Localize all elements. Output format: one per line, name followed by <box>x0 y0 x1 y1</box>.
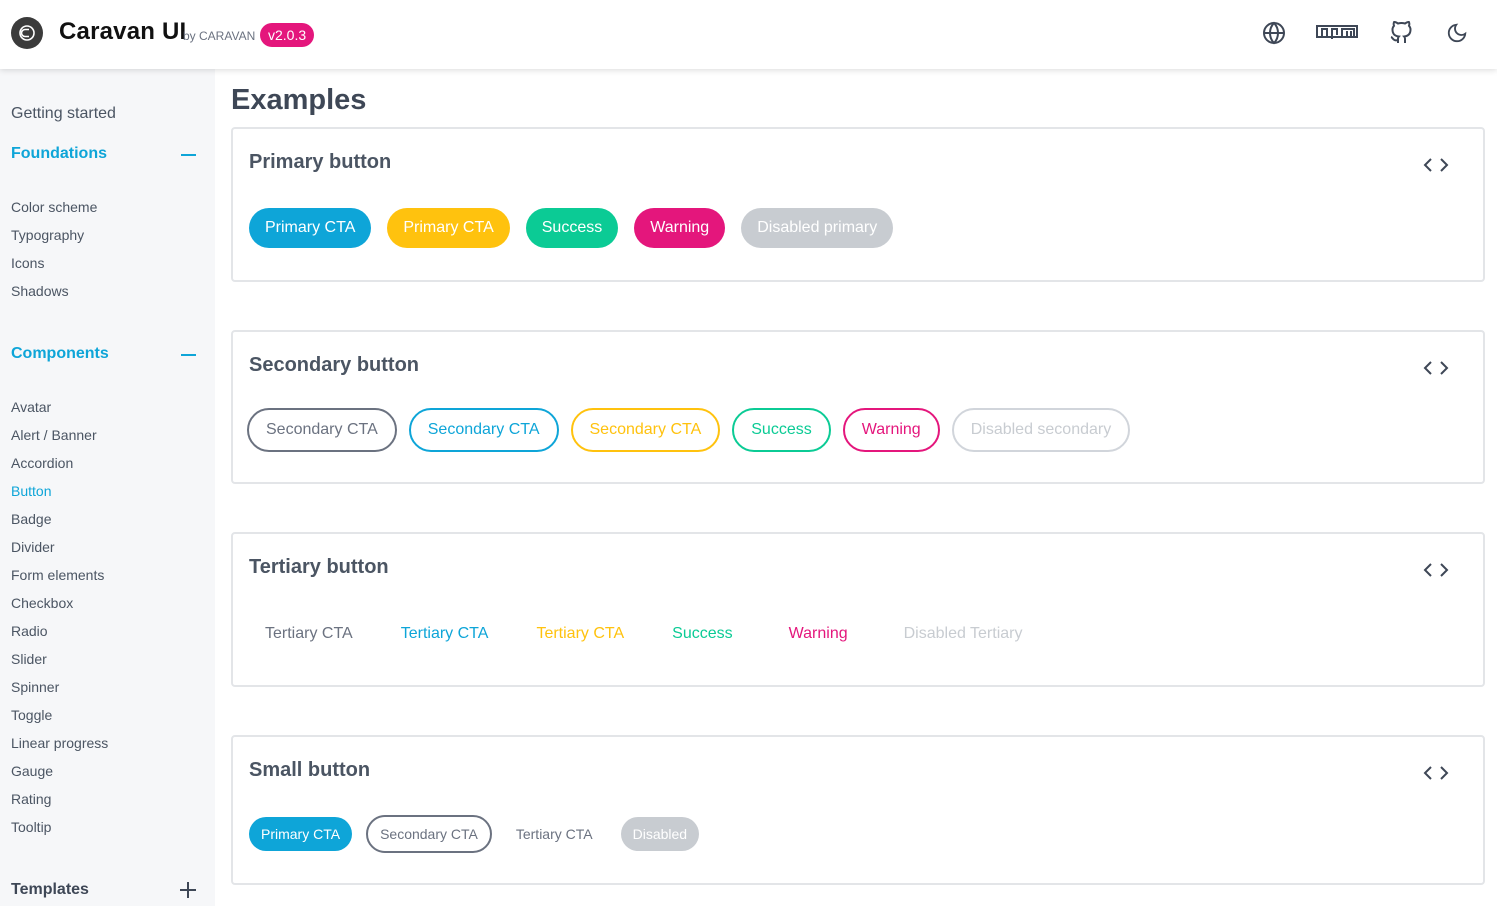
sidebar-item-rating[interactable]: Rating <box>11 791 51 807</box>
sidebar-item-avatar[interactable]: Avatar <box>11 399 51 415</box>
page-title: Examples <box>231 84 367 116</box>
button-row: Secondary CTA Secondary CTA Secondary CT… <box>247 408 1142 452</box>
secondary-cta-yellow-button[interactable]: Secondary CTA <box>570 408 721 452</box>
github-icon[interactable] <box>1389 20 1413 46</box>
disabled-tertiary-button: Disabled Tertiary <box>888 614 1039 654</box>
disabled-secondary-button: Disabled secondary <box>951 408 1131 452</box>
small-primary-cta-button[interactable]: Primary CTA <box>249 817 353 851</box>
card-title: Secondary button <box>249 354 420 376</box>
sidebar-item-color-scheme[interactable]: Color scheme <box>11 199 97 215</box>
sidebar-item-tooltip[interactable]: Tooltip <box>11 819 51 835</box>
brand-byline: by CARAVAN <box>183 29 256 43</box>
secondary-cta-button[interactable]: Secondary CTA <box>408 408 559 452</box>
expand-plus-icon[interactable] <box>180 882 196 898</box>
sidebar-item-icons[interactable]: Icons <box>11 255 44 271</box>
tertiary-warning-button[interactable]: Warning <box>773 614 864 654</box>
secondary-cta-neutral-button[interactable]: Secondary CTA <box>247 408 397 452</box>
globe-icon[interactable] <box>1261 20 1287 46</box>
sidebar-item-toggle[interactable]: Toggle <box>11 707 52 723</box>
sidebar-item-getting-started[interactable]: Getting started <box>11 105 116 123</box>
sidebar-item-slider[interactable]: Slider <box>11 651 47 667</box>
small-disabled-button: Disabled <box>620 817 700 851</box>
tertiary-cta-yellow-button[interactable]: Tertiary CTA <box>520 614 640 654</box>
sidebar-section-templates[interactable]: Templates <box>11 881 196 899</box>
code-toggle-icon[interactable] <box>1423 360 1449 376</box>
button-row: Tertiary CTA Tertiary CTA Tertiary CTA S… <box>249 614 1054 654</box>
sidebar-item-alert-banner[interactable]: Alert / Banner <box>11 427 97 443</box>
sidebar-section-label: Templates <box>11 881 89 898</box>
secondary-warning-button[interactable]: Warning <box>842 408 940 452</box>
code-toggle-icon[interactable] <box>1423 157 1449 173</box>
sidebar-section-components[interactable]: Components <box>11 345 196 363</box>
sidebar-item-form-elements[interactable]: Form elements <box>11 567 104 583</box>
primary-cta-button[interactable]: Primary CTA <box>249 208 372 248</box>
code-toggle-icon[interactable] <box>1423 562 1449 578</box>
sidebar-item-typography[interactable]: Typography <box>11 227 84 243</box>
sidebar-item-button[interactable]: Button <box>11 483 51 499</box>
sidebar-item-linear-progress[interactable]: Linear progress <box>11 735 108 751</box>
npm-icon[interactable] <box>1316 20 1358 46</box>
small-secondary-cta-button[interactable]: Secondary CTA <box>366 815 492 853</box>
sidebar-item-shadows[interactable]: Shadows <box>11 283 69 299</box>
secondary-success-button[interactable]: Success <box>732 408 831 452</box>
card-title: Tertiary button <box>249 556 389 578</box>
sidebar: Getting started Foundations Color scheme… <box>0 69 215 906</box>
collapse-icon[interactable] <box>181 354 196 356</box>
button-row: Primary CTA Secondary CTA Tertiary CTA D… <box>249 815 700 853</box>
button-row: Primary CTA Primary CTA Success Warning … <box>249 208 909 248</box>
success-button[interactable]: Success <box>525 208 619 248</box>
example-card-secondary: Secondary button Secondary CTA Secondary… <box>231 330 1485 484</box>
code-toggle-icon[interactable] <box>1423 765 1449 781</box>
card-title: Primary button <box>249 151 392 173</box>
brand-title[interactable]: Caravan UI <box>59 18 186 46</box>
sidebar-section-foundations[interactable]: Foundations <box>11 145 196 163</box>
example-card-small: Small button Primary CTA Secondary CTA T… <box>231 735 1485 885</box>
sidebar-item-badge[interactable]: Badge <box>11 511 51 527</box>
example-card-tertiary: Tertiary button Tertiary CTA Tertiary CT… <box>231 532 1485 687</box>
sidebar-item-checkbox[interactable]: Checkbox <box>11 595 73 611</box>
caravan-logo-icon[interactable] <box>11 17 43 49</box>
disabled-primary-button: Disabled primary <box>741 208 894 248</box>
top-header: Caravan UI by CARAVAN v2.0.3 <box>0 0 1497 69</box>
sidebar-item-gauge[interactable]: Gauge <box>11 763 53 779</box>
tertiary-success-button[interactable]: Success <box>656 614 748 654</box>
sidebar-section-label: Foundations <box>11 145 107 162</box>
primary-cta-yellow-button[interactable]: Primary CTA <box>387 208 510 248</box>
example-card-primary: Primary button Primary CTA Primary CTA S… <box>231 127 1485 282</box>
sidebar-item-radio[interactable]: Radio <box>11 623 48 639</box>
version-badge: v2.0.3 <box>260 23 315 47</box>
small-tertiary-cta-button[interactable]: Tertiary CTA <box>504 817 605 851</box>
moon-icon[interactable] <box>1446 20 1468 46</box>
sidebar-section-label: Components <box>11 345 109 362</box>
sidebar-item-spinner[interactable]: Spinner <box>11 679 59 695</box>
warning-button[interactable]: Warning <box>634 208 726 248</box>
sidebar-item-accordion[interactable]: Accordion <box>11 455 73 471</box>
sidebar-item-divider[interactable]: Divider <box>11 539 55 555</box>
tertiary-cta-button[interactable]: Tertiary CTA <box>385 614 505 654</box>
collapse-icon[interactable] <box>181 154 196 156</box>
tertiary-cta-neutral-button[interactable]: Tertiary CTA <box>249 614 369 654</box>
card-title: Small button <box>249 759 371 781</box>
